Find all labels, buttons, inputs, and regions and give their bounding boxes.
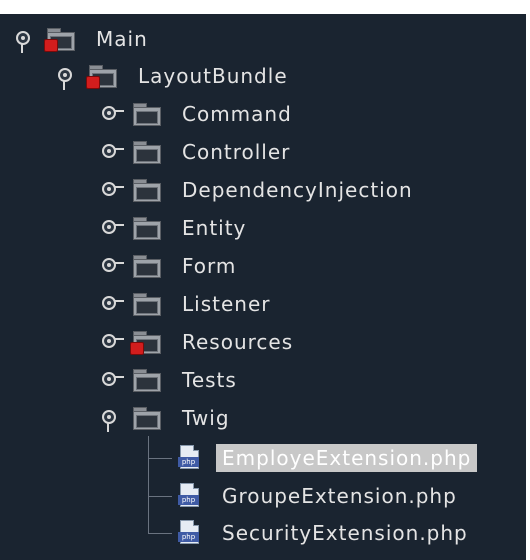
expand-toggle-icon[interactable] (14, 27, 38, 53)
collapsed-toggle-icon[interactable] (100, 292, 124, 316)
php-file-icon: php (178, 520, 200, 546)
expand-toggle-icon[interactable] (56, 64, 80, 90)
folder-icon (132, 292, 162, 316)
tree-node-label: Listener (182, 292, 271, 316)
tree-node-dependencyinjection[interactable]: DependencyInjection (100, 173, 419, 207)
tree-connector (148, 496, 172, 497)
collapsed-toggle-icon[interactable] (100, 216, 124, 240)
collapsed-toggle-icon[interactable] (100, 140, 124, 164)
tree-node-tests[interactable]: Tests (100, 363, 243, 397)
folder-error-icon (86, 64, 118, 89)
tree-node-label: Twig (182, 406, 230, 430)
collapsed-toggle-icon[interactable] (100, 254, 124, 278)
expand-toggle-icon[interactable] (100, 406, 124, 432)
tree-node-main[interactable]: Main (14, 22, 154, 56)
tree-connector (148, 533, 172, 534)
tree-node-label: Entity (182, 216, 247, 240)
tree-node-form[interactable]: Form (100, 249, 242, 283)
tree-node-label: Form (182, 254, 237, 278)
collapsed-toggle-icon[interactable] (100, 178, 124, 202)
tree-connector (148, 458, 172, 459)
php-file-icon: php (178, 483, 200, 509)
tree-node-twig[interactable]: Twig (100, 401, 236, 435)
tree-file-employeextension[interactable]: php EmployeExtension.php (172, 441, 478, 475)
tree-node-label: Resources (182, 330, 294, 354)
folder-error-icon (130, 330, 162, 355)
project-tree: Main LayoutBundle Command Controller Dep… (0, 0, 530, 560)
tree-node-command[interactable]: Command (100, 97, 298, 131)
tree-file-label: GroupeExtension.php (222, 484, 457, 508)
tree-node-label: Controller (182, 140, 291, 164)
tree-node-resources[interactable]: Resources (100, 325, 299, 359)
tree-node-controller[interactable]: Controller (100, 135, 296, 169)
tree-file-securityextension[interactable]: php SecurityExtension.php (172, 516, 474, 550)
folder-icon (132, 254, 162, 278)
collapsed-toggle-icon[interactable] (100, 102, 124, 126)
folder-icon (132, 102, 162, 126)
collapsed-toggle-icon[interactable] (100, 330, 124, 354)
tree-file-groupeextension[interactable]: php GroupeExtension.php (172, 479, 463, 513)
tree-file-label: EmployeExtension.php (216, 444, 478, 472)
folder-icon (132, 216, 162, 240)
folder-icon (132, 406, 162, 430)
tree-node-label: Main (96, 27, 148, 51)
tree-connector (148, 436, 149, 534)
tree-file-label: SecurityExtension.php (222, 521, 468, 545)
tree-node-layoutbundle[interactable]: LayoutBundle (56, 59, 294, 93)
tree-node-label: Command (182, 102, 292, 126)
tree-node-label: DependencyInjection (182, 178, 413, 202)
folder-icon (132, 178, 162, 202)
tree-node-label: Tests (182, 368, 237, 392)
folder-icon (132, 140, 162, 164)
collapsed-toggle-icon[interactable] (100, 368, 124, 392)
top-edge (0, 0, 530, 14)
tree-node-entity[interactable]: Entity (100, 211, 252, 245)
scrollbar-edge[interactable] (526, 0, 530, 560)
tree-node-listener[interactable]: Listener (100, 287, 276, 321)
php-file-icon: php (178, 445, 200, 471)
folder-error-icon (44, 27, 76, 52)
tree-node-label: LayoutBundle (138, 64, 288, 88)
folder-icon (132, 368, 162, 392)
